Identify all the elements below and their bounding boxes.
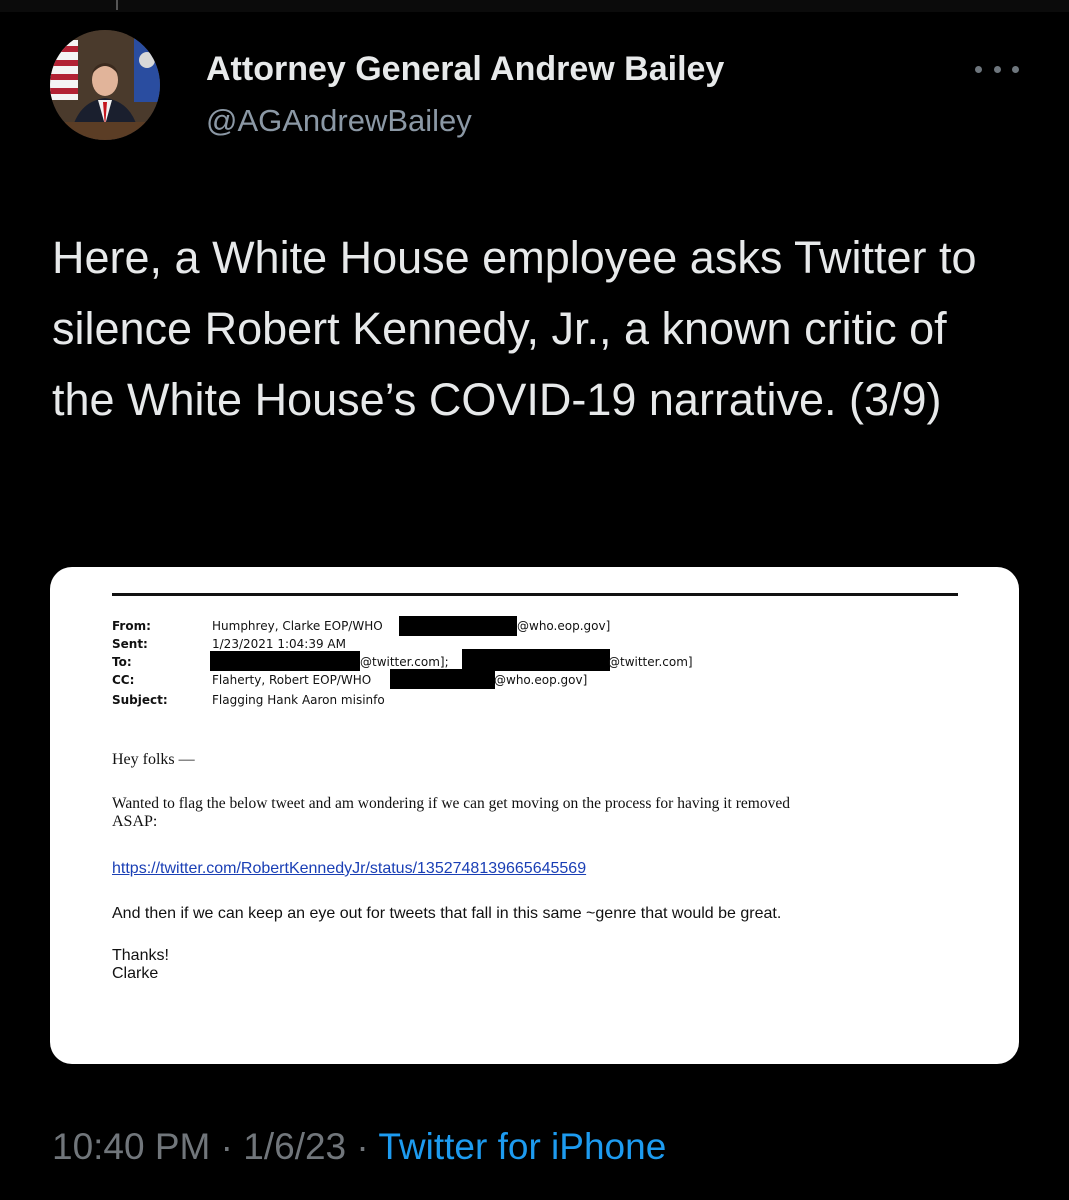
email-body-line-2: ASAP: xyxy=(112,813,158,830)
label-to: To: xyxy=(112,655,132,669)
to-domain-1: @twitter.com]; xyxy=(360,655,449,669)
subject-value: Flagging Hank Aaron misinfo xyxy=(212,693,385,707)
cc-name: Flaherty, Robert EOP/WHO xyxy=(212,673,372,687)
top-edge-bar xyxy=(0,0,1069,12)
redaction-block xyxy=(399,616,517,636)
meta-separator: · xyxy=(346,1126,379,1167)
status-tick xyxy=(116,0,118,10)
dot xyxy=(975,65,982,73)
email-followup: And then if we can keep an eye out for t… xyxy=(112,905,782,922)
label-from: From: xyxy=(112,619,151,633)
email-signoff: Thanks! xyxy=(112,947,169,964)
redaction-block xyxy=(462,649,610,671)
sent-value: 1/23/2021 1:04:39 AM xyxy=(212,637,346,651)
cc-domain: @who.eop.gov] xyxy=(494,673,588,687)
email-header-rule xyxy=(112,593,958,596)
dot xyxy=(993,65,1001,73)
email-signature: Clarke xyxy=(112,965,159,982)
redaction-block xyxy=(390,669,495,689)
to-domain-2: @twitter.com] xyxy=(608,655,693,669)
tweet-meta: 10:40 PM · 1/6/23 · Twitter for iPhone xyxy=(52,1126,666,1168)
dot xyxy=(1012,65,1019,73)
tweet-time[interactable]: 10:40 PM xyxy=(52,1126,210,1167)
label-subject: Subject: xyxy=(112,693,168,707)
tweet-text: Here, a White House employee asks Twitte… xyxy=(52,232,977,425)
meta-separator: · xyxy=(210,1126,244,1167)
tweet-media-image[interactable]: From: Sent: To: CC: Subject: Humphrey, C… xyxy=(50,567,1019,1064)
from-domain: @who.eop.gov] xyxy=(517,619,611,633)
author-handle[interactable]: @AGAndrewBailey xyxy=(206,103,472,139)
avatar[interactable] xyxy=(50,30,160,140)
redaction-block xyxy=(210,651,360,671)
from-name: Humphrey, Clarke EOP/WHO xyxy=(212,619,383,633)
tweet-date[interactable]: 1/6/23 xyxy=(243,1126,346,1167)
email-greeting: Hey folks — xyxy=(112,751,195,768)
tweet-source-link[interactable]: Twitter for iPhone xyxy=(378,1126,666,1167)
email-tweet-link[interactable]: https://twitter.com/RobertKennedyJr/stat… xyxy=(112,860,586,878)
label-cc: CC: xyxy=(112,673,135,687)
author-display-name[interactable]: Attorney General Andrew Bailey xyxy=(206,50,724,89)
more-options-icon[interactable] xyxy=(975,54,1019,84)
email-body-line-1: Wanted to flag the below tweet and am wo… xyxy=(112,795,790,812)
avatar-photo-icon xyxy=(50,30,160,140)
label-sent: Sent: xyxy=(112,637,148,651)
